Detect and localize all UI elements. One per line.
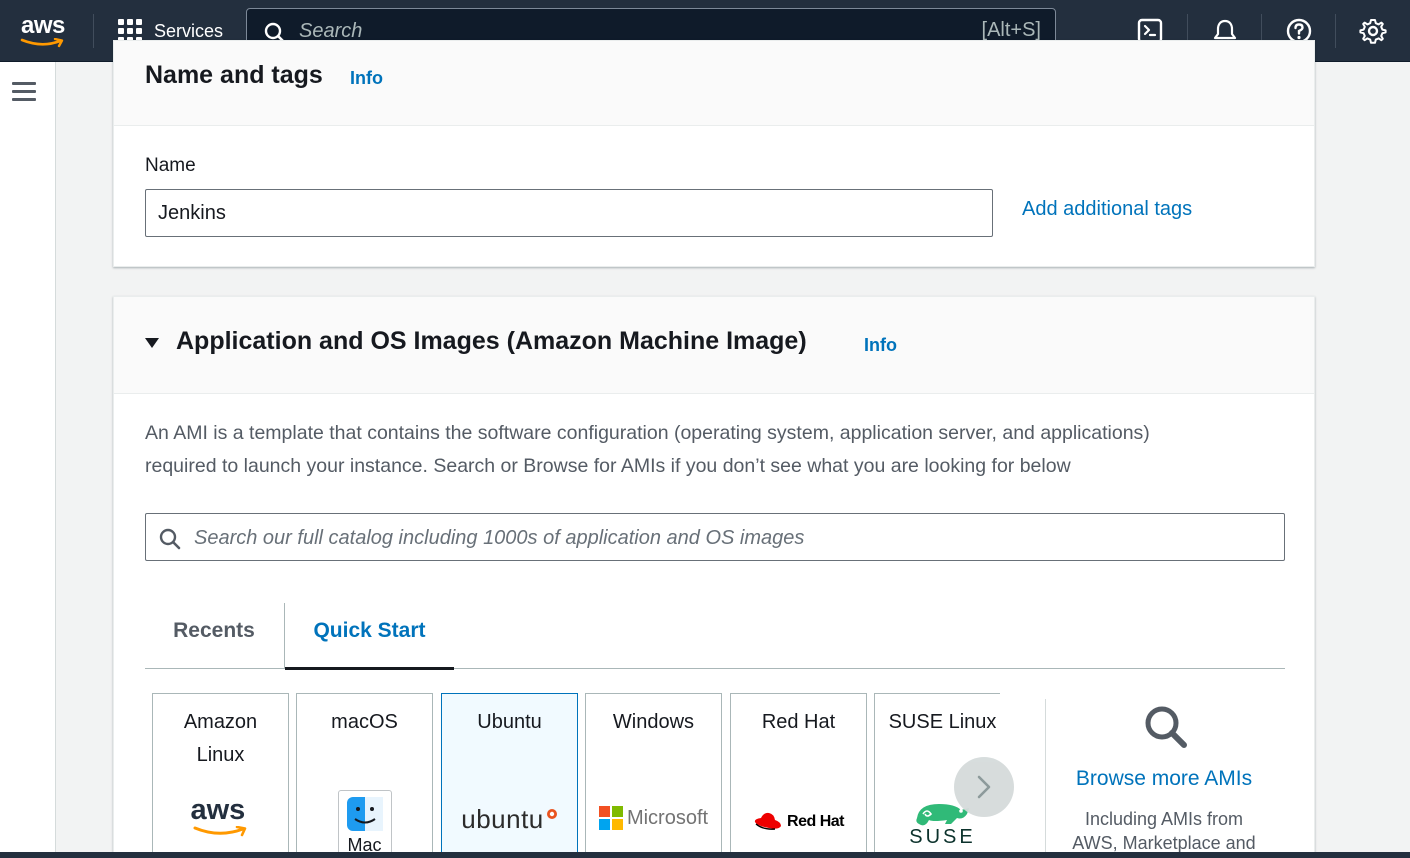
- panel-header: Application and OS Images (Amazon Machin…: [114, 297, 1314, 394]
- redhat-logo-icon: Red Hat: [731, 810, 866, 834]
- tile-title-line: macOS: [331, 711, 398, 733]
- tile-logo-text: Microsoft: [626, 806, 709, 829]
- ami-search-input[interactable]: [194, 524, 1274, 552]
- tile-title-line: Amazon: [183, 711, 258, 733]
- ami-tile-windows[interactable]: Windows Microsoft: [585, 693, 722, 858]
- tile-title-line: Ubuntu: [477, 711, 542, 733]
- ami-tile-amazon-linux[interactable]: Amazon Linux aws: [152, 693, 289, 858]
- ami-tiles: Amazon Linux aws macOS Mac Ubuntu ubuntu…: [152, 693, 1000, 858]
- aws-logo[interactable]: aws: [18, 12, 70, 50]
- tile-title: SUSE Linux: [875, 706, 1000, 739]
- microsoft-logo-icon: Microsoft: [586, 806, 721, 830]
- ubuntu-logo-icon: ubuntu: [442, 804, 577, 835]
- caret-down-icon[interactable]: [144, 337, 160, 349]
- add-additional-tags-link[interactable]: Add additional tags: [1022, 198, 1192, 221]
- tile-title: Amazon Linux: [153, 706, 288, 772]
- chevron-right-icon: [977, 775, 991, 799]
- nav-divider: [93, 14, 94, 48]
- tile-title: Ubuntu: [442, 706, 577, 739]
- divider: [1045, 699, 1046, 858]
- browse-more-amis[interactable]: Browse more AMIs Including AMIs from AWS…: [1054, 701, 1274, 855]
- browse-more-amis-description: Including AMIs from AWS, Marketplace and: [1054, 807, 1274, 855]
- aws-logo-icon: aws: [153, 794, 288, 840]
- ami-description-line: An AMI is a template that contains the s…: [145, 422, 1150, 444]
- tile-title: Windows: [586, 706, 721, 739]
- ami-tabs: Recents Quick Start: [145, 603, 1285, 670]
- tile-title-line: SUSE Linux: [888, 711, 997, 733]
- nav-divider: [1335, 14, 1336, 48]
- info-link[interactable]: Info: [350, 68, 383, 89]
- tile-logo-text: aws: [190, 794, 246, 826]
- browse-more-amis-link[interactable]: Browse more AMIs: [1054, 767, 1274, 791]
- ami-description-line: required to launch your instance. Search…: [145, 455, 1071, 477]
- tile-title-line: Red Hat: [761, 711, 836, 733]
- next-tiles-button[interactable]: [954, 757, 1014, 817]
- search-icon: [1145, 706, 1187, 748]
- tile-title: Red Hat: [731, 706, 866, 739]
- tab-recents[interactable]: Recents: [145, 603, 283, 669]
- search-icon: [159, 528, 181, 550]
- ami-search[interactable]: [145, 513, 1285, 561]
- ami-panel: Application and OS Images (Amazon Machin…: [113, 296, 1315, 858]
- mac-finder-icon: Mac: [297, 790, 432, 858]
- name-and-tags-panel: Name and tags Info Name Add additional t…: [113, 40, 1315, 267]
- services-label: Services: [154, 20, 224, 41]
- ami-description: An AMI is a template that contains the s…: [145, 417, 1285, 483]
- name-field[interactable]: [145, 189, 993, 237]
- tile-title-line: Windows: [612, 711, 695, 733]
- tile-title: macOS: [297, 706, 432, 739]
- bottom-bar: [0, 852, 1410, 858]
- panel-header: Name and tags Info: [114, 41, 1314, 126]
- tile-logo-text: Red Hat: [787, 813, 844, 830]
- aws-smile-icon: [20, 38, 64, 48]
- section-title: Application and OS Images (Amazon Machin…: [176, 327, 807, 355]
- ami-tile-red-hat[interactable]: Red Hat Red Hat: [730, 693, 867, 858]
- ami-tile-macos[interactable]: macOS Mac: [296, 693, 433, 858]
- side-navigation: [0, 62, 56, 858]
- tile-logo-text: ubuntu: [461, 804, 544, 834]
- settings-icon[interactable]: [1358, 16, 1388, 46]
- aws-logo-text: aws: [21, 12, 65, 39]
- tile-title-line: Linux: [196, 744, 245, 766]
- name-label: Name: [145, 155, 196, 176]
- tile-logo-text: SUSE: [909, 826, 976, 848]
- section-title: Name and tags: [145, 61, 323, 89]
- info-link[interactable]: Info: [864, 335, 897, 356]
- ami-tile-ubuntu[interactable]: Ubuntu ubuntu: [441, 693, 578, 858]
- menu-icon[interactable]: [12, 82, 36, 102]
- browse-description-line: Including AMIs from: [1084, 809, 1244, 829]
- search-shortcut-hint: [Alt+S]: [981, 19, 1041, 41]
- tab-quick-start[interactable]: Quick Start: [284, 603, 454, 670]
